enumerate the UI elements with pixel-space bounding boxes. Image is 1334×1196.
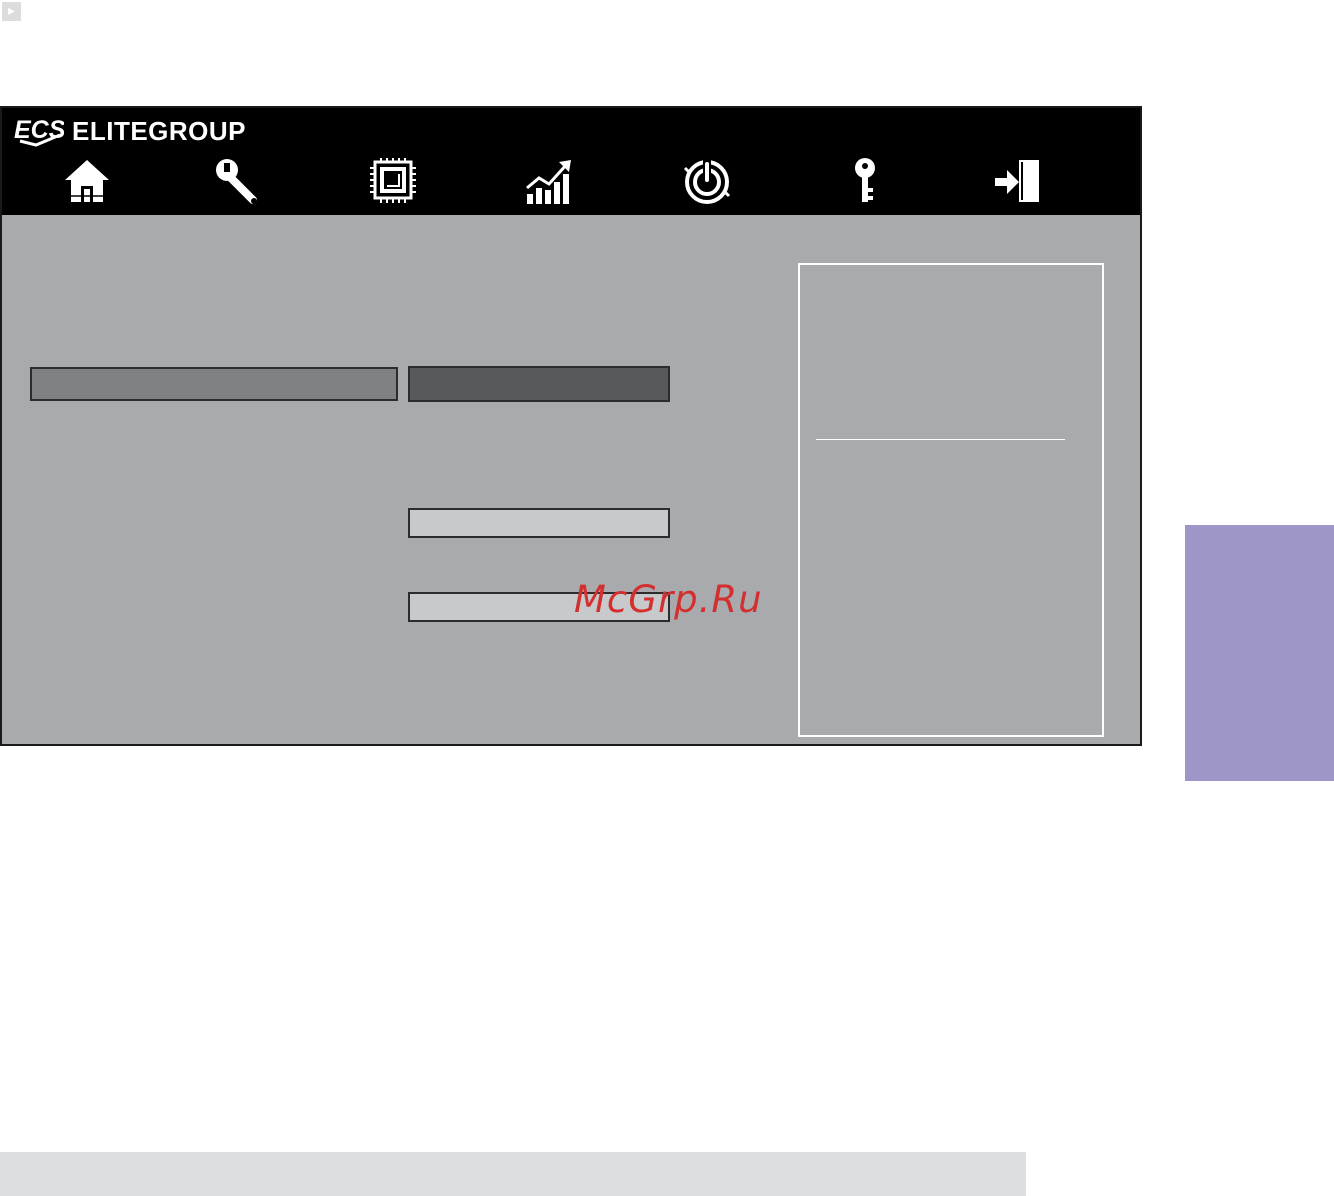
svg-text:ECS: ECS bbox=[14, 116, 64, 144]
watermark-text: McGrp.Ru bbox=[574, 578, 763, 621]
nav-boot[interactable] bbox=[678, 154, 736, 208]
exit-icon bbox=[995, 160, 1039, 202]
key-icon bbox=[855, 158, 875, 202]
bios-setup-window: ECS ELITEGROUP bbox=[0, 106, 1142, 746]
brand-name: ELITEGROUP bbox=[72, 115, 247, 146]
footer-bar bbox=[0, 1152, 1026, 1196]
nav-chipset[interactable] bbox=[364, 154, 422, 208]
performance-chart-icon bbox=[526, 160, 571, 204]
selected-option-row[interactable] bbox=[30, 367, 398, 401]
main-nav bbox=[2, 152, 1140, 212]
nav-main-home[interactable] bbox=[58, 154, 116, 208]
help-panel bbox=[798, 263, 1104, 737]
brand: ECS ELITEGROUP bbox=[14, 114, 246, 148]
bios-content bbox=[2, 215, 1140, 744]
corner-arrow-icon: ▸ bbox=[2, 2, 21, 21]
chip-icon bbox=[370, 158, 416, 203]
help-divider bbox=[816, 439, 1065, 440]
nav-exit[interactable] bbox=[988, 154, 1046, 208]
power-icon bbox=[683, 160, 731, 204]
selected-option-value[interactable] bbox=[408, 366, 670, 402]
nav-performance[interactable] bbox=[520, 154, 578, 208]
option-value-field[interactable] bbox=[408, 508, 670, 538]
ecs-logo-icon: ECS bbox=[14, 116, 64, 147]
side-chapter-tab bbox=[1185, 525, 1334, 781]
nav-security[interactable] bbox=[836, 154, 894, 208]
bios-header: ECS ELITEGROUP bbox=[2, 108, 1140, 215]
home-icon bbox=[65, 160, 109, 202]
wrench-icon bbox=[216, 159, 257, 204]
nav-advanced[interactable] bbox=[210, 154, 268, 208]
